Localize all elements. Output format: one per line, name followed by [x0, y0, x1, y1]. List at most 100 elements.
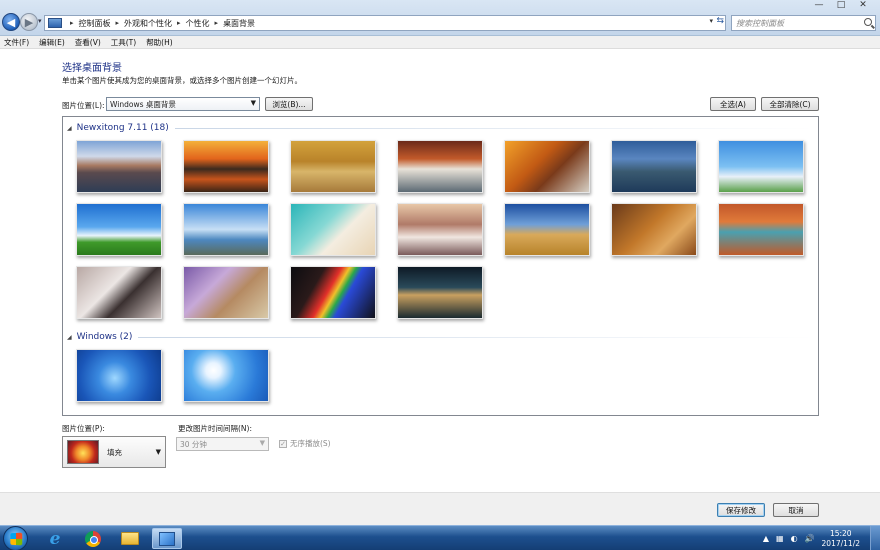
search-icon[interactable] [864, 18, 872, 26]
menu-bar: 文件(F) 编辑(E) 查看(V) 工具(T) 帮助(H) [0, 36, 880, 49]
group-header-newxitong[interactable]: ◢ Newxitong 7.11 (18) [63, 122, 818, 134]
wallpaper-thumb-daisy[interactable] [183, 349, 269, 402]
group-divider [138, 336, 814, 338]
chevron-down-icon: ▼ [155, 448, 161, 456]
menu-help[interactable]: 帮助(H) [146, 37, 173, 48]
show-hidden-icons-icon[interactable]: ▲ [763, 534, 769, 543]
chevron-right-icon[interactable]: ▸ [215, 19, 219, 27]
picture-position-select[interactable]: 填充 ▼ [62, 436, 166, 468]
search-placeholder: 搜索控制面板 [736, 19, 784, 28]
chevron-right-icon[interactable]: ▸ [116, 19, 120, 27]
wallpaper-thumb-rainbow-street[interactable] [290, 266, 376, 319]
checkbox-check-icon[interactable]: ✓ [279, 439, 287, 448]
chrome-icon[interactable] [78, 528, 108, 549]
clock[interactable]: 15:20 2017/11/2 [822, 529, 860, 549]
wallpaper-thumb-aerial-beach[interactable] [290, 203, 376, 256]
breadcrumb-desktop-background[interactable]: 桌面背景 [223, 18, 255, 29]
network-icon[interactable]: ▦ [776, 534, 784, 543]
forward-button[interactable]: ▶ [20, 13, 38, 31]
wallpaper-thumb-wind-turbine[interactable] [183, 203, 269, 256]
address-history-dropdown-icon[interactable]: ▾ [709, 17, 713, 25]
menu-file[interactable]: 文件(F) [4, 37, 29, 48]
menu-edit[interactable]: 编辑(E) [39, 37, 65, 48]
breadcrumb-control-panel[interactable]: 控制面板 [79, 18, 111, 29]
cancel-button[interactable]: 取消 [773, 503, 819, 517]
window-controls: — □ ✕ [808, 0, 874, 11]
position-preview-image [67, 440, 99, 464]
breadcrumb-personalization[interactable]: 个性化 [186, 18, 210, 29]
wallpaper-thumb-red-canyon[interactable] [718, 203, 804, 256]
clear-all-button[interactable]: 全部清除(C) [761, 97, 819, 111]
select-all-button[interactable]: 全选(A) [710, 97, 756, 111]
clock-date: 2017/11/2 [821, 538, 860, 548]
menu-tools[interactable]: 工具(T) [111, 37, 136, 48]
folder-glyph [121, 532, 139, 545]
browse-button[interactable]: 浏览(B)... [265, 97, 313, 111]
refresh-icon[interactable]: ⇆ [716, 16, 724, 26]
wallpaper-thumb-hay-bale[interactable] [504, 203, 590, 256]
taskbar: e ▲ ▦ ◐ 🔊 15:20 2017/11/2 [0, 525, 880, 550]
interval-value: 30 分钟 [180, 440, 207, 449]
maximize-button[interactable]: □ [830, 0, 852, 11]
recent-pages-dropdown[interactable]: ▾ [38, 17, 42, 25]
group-header-windows[interactable]: ◢ Windows (2) [63, 331, 818, 343]
group-name: Newxitong 7.11 (18) [76, 123, 169, 133]
wallpaper-thumb-rocky-sea[interactable] [397, 203, 483, 256]
address-bar[interactable]: ▸ 控制面板 ▸ 外观和个性化 ▸ 个性化 ▸ 桌面背景 ▾ ⇆ [44, 15, 726, 31]
save-changes-button[interactable]: 保存修改 [717, 503, 765, 517]
menu-view[interactable]: 查看(V) [75, 37, 101, 48]
chevron-down-icon: ▼ [259, 439, 265, 447]
wallpaper-thumb-alpine-village[interactable] [611, 140, 697, 193]
chrome-glyph [85, 530, 101, 547]
control-panel-taskbar-icon[interactable] [152, 528, 182, 549]
picture-location-label: 图片位置(L): [62, 101, 105, 110]
page-title: 选择桌面背景 [62, 63, 122, 74]
shuffle-label: 无序播放(S) [290, 439, 331, 448]
wallpaper-thumb-autumn-flood[interactable] [290, 140, 376, 193]
wallpaper-thumb-flowers-sky[interactable] [718, 140, 804, 193]
wallpaper-thumb-windows7-logo[interactable] [76, 349, 162, 402]
volume-icon[interactable]: 🔊 [805, 534, 815, 543]
close-button[interactable]: ✕ [852, 0, 874, 11]
collapse-triangle-icon[interactable]: ◢ [67, 334, 72, 341]
group-name: Windows (2) [76, 332, 133, 342]
wallpaper-thumb-sunset-lake[interactable] [183, 140, 269, 193]
picture-location-select[interactable]: Windows 桌面背景 ▼ [106, 97, 260, 111]
shuffle-checkbox[interactable]: ✓ 无序播放(S) [279, 438, 331, 449]
wallpaper-thumb-waterfall[interactable] [397, 140, 483, 193]
power-icon[interactable]: ◐ [791, 534, 798, 543]
control-panel-icon [48, 18, 62, 28]
chevron-right-icon[interactable]: ▸ [70, 19, 74, 27]
wallpaper-thumb-green-field[interactable] [76, 203, 162, 256]
page-description: 单击某个图片使其成为您的桌面背景，或选择多个图片创建一个幻灯片。 [62, 76, 302, 85]
chevron-right-icon[interactable]: ▸ [177, 19, 181, 27]
picture-position-label: 图片位置(P): [62, 424, 105, 433]
wallpaper-thumb-mountain-lake[interactable] [76, 140, 162, 193]
control-panel-window: ◀ ▶ ▾ ▸ 控制面板 ▸ 外观和个性化 ▸ 个性化 ▸ 桌面背景 ▾ ⇆ 搜… [0, 0, 880, 550]
back-button[interactable]: ◀ [2, 13, 20, 31]
collapse-triangle-icon[interactable]: ◢ [67, 125, 72, 132]
chevron-down-icon: ▼ [250, 99, 256, 107]
group-divider [174, 127, 814, 129]
wallpaper-thumb-autumn-fence[interactable] [504, 140, 590, 193]
minimize-button[interactable]: — [808, 0, 830, 11]
wallpaper-thumb-desert-pyramid[interactable] [611, 203, 697, 256]
ie-glyph: e [49, 528, 61, 549]
wallpaper-thumb-city-night[interactable] [397, 266, 483, 319]
control-panel-glyph [159, 531, 175, 546]
interval-select[interactable]: 30 分钟 ▼ [176, 437, 269, 451]
picture-location-value: Windows 桌面背景 [110, 100, 176, 109]
wallpaper-thumb-girl-portrait[interactable] [76, 266, 162, 319]
start-button[interactable] [3, 526, 28, 550]
wallpaper-gallery[interactable]: ◢ Newxitong 7.11 (18) ◢ Windows (2) [62, 116, 819, 416]
breadcrumb-appearance[interactable]: 外观和个性化 [124, 18, 172, 29]
wallpaper-thumb-hand-fence[interactable] [183, 266, 269, 319]
main-content: 选择桌面背景 单击某个图片使其成为您的桌面背景，或选择多个图片创建一个幻灯片。 … [0, 49, 880, 492]
clock-time: 15:20 [829, 528, 852, 538]
title-bar: ◀ ▶ ▾ ▸ 控制面板 ▸ 外观和个性化 ▸ 个性化 ▸ 桌面背景 ▾ ⇆ 搜… [0, 0, 880, 36]
show-desktop-button[interactable] [870, 526, 880, 550]
internet-explorer-icon[interactable]: e [40, 528, 70, 549]
file-explorer-icon[interactable] [115, 528, 145, 549]
system-tray: ▲ ▦ ◐ 🔊 15:20 2017/11/2 [763, 526, 880, 550]
search-input[interactable]: 搜索控制面板 [731, 15, 876, 31]
